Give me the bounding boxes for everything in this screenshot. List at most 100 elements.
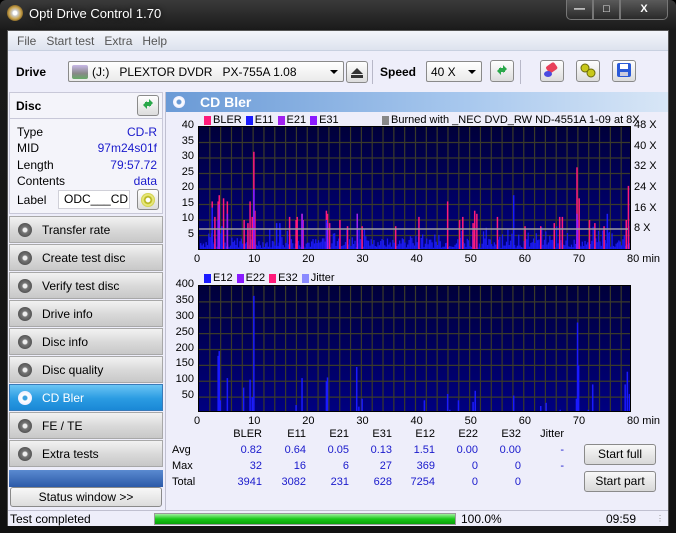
nav-drive-info[interactable]: Drive info: [9, 300, 163, 327]
bler-bar: [328, 223, 331, 249]
stats-row-label: Max: [172, 460, 193, 472]
start-part-button[interactable]: Start part: [584, 471, 656, 492]
nav-create-test-disc[interactable]: Create test disc: [9, 244, 163, 271]
nav-fe-te[interactable]: FE / TE: [9, 412, 163, 439]
e11-noise-bar: [359, 239, 362, 249]
nav-cd-bler[interactable]: CD Bler: [9, 384, 163, 411]
minimize-button[interactable]: —: [566, 0, 593, 20]
e11-noise-bar: [583, 246, 585, 249]
nav-disc-quality[interactable]: Disc quality: [9, 356, 163, 383]
e11-noise-bar: [489, 239, 491, 249]
toolbar-separator: [520, 60, 521, 84]
legend-e32: E32: [278, 272, 298, 284]
disc-refresh-button[interactable]: [137, 95, 159, 116]
e11-noise-bar: [549, 235, 551, 249]
menu-help[interactable]: Help: [137, 34, 172, 48]
x-tick-label: 20: [302, 253, 315, 265]
e11-noise-bar: [454, 244, 456, 249]
menu-file[interactable]: File: [12, 34, 41, 48]
stats-cell: 0: [471, 476, 478, 488]
e12-bar: [358, 406, 360, 411]
save-button[interactable]: [612, 60, 636, 82]
e11-noise-bar: [610, 246, 612, 249]
status-window-button[interactable]: Status window >>: [10, 487, 162, 507]
e11-noise-bar: [205, 242, 207, 249]
close-button[interactable]: X: [620, 0, 668, 20]
e12-bar: [295, 405, 297, 411]
start-full-button[interactable]: Start full: [584, 444, 656, 465]
e11-noise-bar: [592, 226, 594, 249]
e11-noise-bar: [491, 244, 493, 249]
e11-noise-bar: [570, 244, 573, 249]
e11-noise-bar: [581, 241, 583, 249]
e11-noise-bar: [343, 244, 345, 249]
nav-extra-tests[interactable]: Extra tests: [9, 440, 163, 467]
nav-transfer-rate[interactable]: Transfer rate: [9, 216, 163, 243]
bler-bar: [446, 201, 449, 249]
e11-noise-bar: [267, 246, 270, 249]
e11-noise-bar: [516, 245, 519, 249]
e12-chart-svg: [199, 286, 630, 411]
e11-noise-bar: [601, 230, 604, 249]
legend-bler: BLER: [213, 114, 242, 126]
e12-bar: [577, 365, 580, 411]
stats-cell: 0.00: [456, 444, 478, 456]
stats-cell: 0.00: [499, 444, 521, 456]
e12-bar: [251, 397, 254, 411]
e11-bar: [279, 223, 281, 249]
drive-select[interactable]: (J:) PLEXTOR DVDR PX-755A 1.08: [68, 61, 344, 82]
stats-cell: 7254: [410, 476, 435, 488]
e11-noise-bar: [465, 246, 467, 249]
stats-col-e31: E31: [372, 428, 392, 440]
settings-button[interactable]: [576, 60, 600, 82]
e11-noise-bar: [542, 244, 544, 249]
nav-label: Transfer rate: [42, 222, 111, 237]
y-tick-label: 200: [175, 341, 194, 354]
e11-noise-bar: [413, 245, 416, 249]
bler-bar: [247, 223, 249, 249]
e11-noise-bar: [435, 241, 437, 249]
menu-extra[interactable]: Extra: [99, 34, 137, 48]
e11-noise-bar: [432, 247, 435, 249]
e11-noise-bar: [224, 242, 226, 249]
e11-noise-bar: [204, 247, 206, 249]
eject-button[interactable]: [346, 61, 368, 83]
menu-start-test[interactable]: Start test: [41, 34, 99, 48]
e11-noise-bar: [515, 247, 517, 249]
e11-noise-bar: [482, 231, 485, 249]
refresh-speed-button[interactable]: [490, 60, 514, 82]
y-tick-label: 25: [181, 165, 194, 178]
disc-label-input[interactable]: ODC___CD: [58, 190, 130, 209]
status-text: Test completed: [10, 512, 91, 526]
e11-noise-bar: [304, 247, 306, 249]
e11-noise-bar: [370, 239, 372, 249]
e11-noise-bar: [271, 240, 274, 249]
x-tick-label: 60: [518, 253, 531, 265]
e11-noise-bar: [612, 245, 615, 249]
bler-bar: [339, 220, 341, 249]
x-tick-label: 80 min: [627, 415, 661, 427]
e12-bar: [301, 378, 303, 411]
speed-select[interactable]: 40 X: [426, 61, 482, 82]
erase-button[interactable]: [540, 60, 564, 82]
bler-bar: [458, 220, 461, 249]
e11-noise-bar: [397, 244, 399, 249]
nav-disc-info[interactable]: Disc info: [9, 328, 163, 355]
maximize-button[interactable]: □: [593, 0, 620, 20]
stats-col-jitter: Jitter: [540, 428, 564, 440]
e11-noise-bar: [335, 245, 337, 249]
resize-grip-icon[interactable]: ⋮: [656, 514, 664, 523]
main-title: CD Bler: [200, 94, 252, 110]
e11-noise-bar: [412, 243, 414, 249]
e11-noise-bar: [500, 247, 502, 249]
stats-row-label: Total: [172, 476, 196, 488]
e11-noise-bar: [371, 244, 374, 249]
disc-label-button[interactable]: [137, 189, 159, 210]
e11-noise-bar: [229, 245, 232, 249]
e11-noise-bar: [604, 240, 606, 249]
disc-mid-row: MID 97m24s01f: [17, 141, 157, 155]
nav-verify-test-disc[interactable]: Verify test disc: [9, 272, 163, 299]
bler-bar: [462, 216, 464, 249]
e11-noise-bar: [480, 247, 482, 249]
e11-noise-bar: [392, 239, 394, 249]
